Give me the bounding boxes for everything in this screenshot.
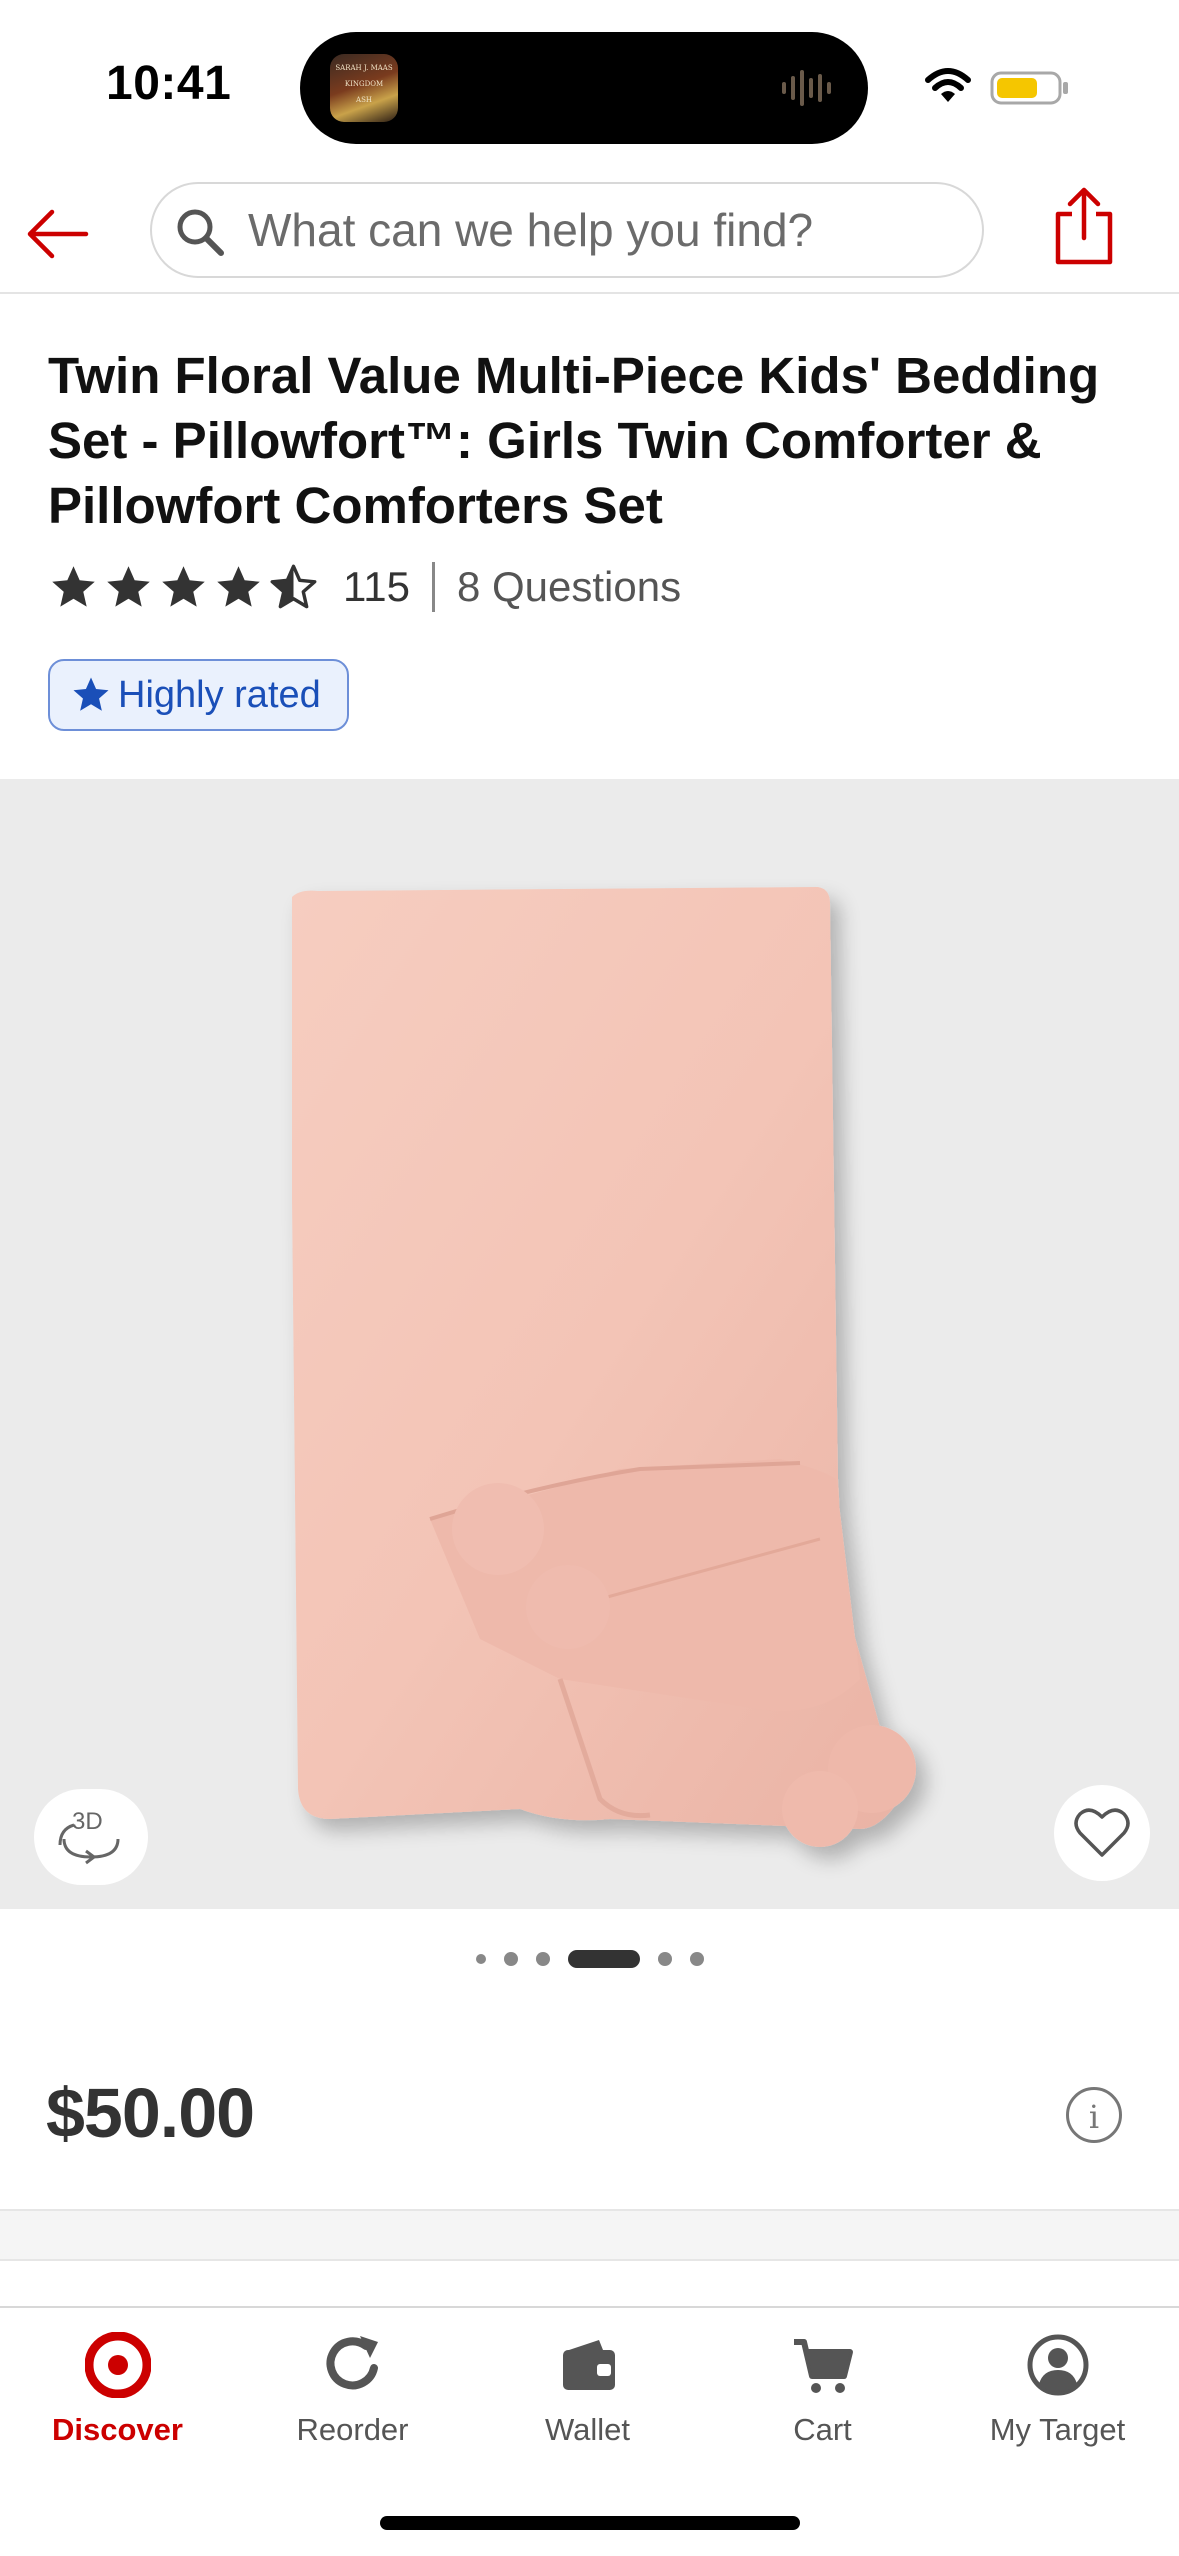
tab-label: Discover [52,2412,183,2447]
tab-wallet[interactable]: Wallet [470,2332,705,2482]
dynamic-island[interactable]: SARAH J. MAAS KINGDOM ASH [300,32,868,144]
rating-row[interactable]: 115 8 Questions [48,552,681,622]
profile-icon [1027,2334,1088,2396]
search-input[interactable] [248,184,968,276]
audio-waveform-icon [782,70,831,106]
badge-label: Highly rated [118,673,321,716]
product-image-blanket [292,887,916,1847]
carousel-dot[interactable] [535,1952,550,1966]
tab-reorder[interactable]: Reorder [235,2332,470,2482]
star-full-icon [52,565,95,607]
heart-icon [1074,1808,1130,1857]
divider [431,562,435,612]
price-info-button[interactable]: i [1066,2087,1122,2143]
status-bar: 10:41 SARAH J. MAAS KINGDOM ASH [0,0,1179,170]
star-rating[interactable] [48,562,319,613]
svg-text:3D: 3D [72,1808,103,1835]
3d-rotate-icon: 3D [58,1808,120,1865]
tab-my-target[interactable]: My Target [940,2332,1175,2482]
back-arrow-icon[interactable] [22,198,94,270]
star-half-icon [270,564,317,608]
search-header [0,170,1179,294]
carousel-dot[interactable] [689,1952,704,1966]
star-icon [73,677,109,711]
tab-discover[interactable]: Discover [0,2332,235,2482]
star-full-icon [217,565,260,607]
carousel-dot[interactable] [657,1952,672,1966]
tab-label: My Target [989,2412,1126,2447]
carousel-dot[interactable] [503,1952,518,1966]
carousel-dot[interactable] [475,1954,486,1964]
rating-count[interactable]: 115 [343,563,410,611]
star-full-icon [162,565,205,607]
tab-label: Cart [793,2412,852,2447]
product-title: Twin Floral Value Multi-Piece Kids' Bedd… [48,347,1100,534]
questions-link[interactable]: 8 Questions [457,563,681,611]
tab-cart[interactable]: Cart [705,2332,940,2482]
section-separator [0,2209,1179,2261]
product-image-carousel[interactable]: 3D [0,779,1179,1909]
carousel-pagination[interactable] [0,1950,1179,1968]
status-time: 10:41 [106,57,232,110]
now-playing-album-art[interactable]: SARAH J. MAAS KINGDOM ASH [330,54,398,122]
battery-icon [990,71,1068,105]
reorder-icon [326,2336,378,2390]
share-icon[interactable] [1050,184,1118,268]
search-icon [177,209,224,256]
product-price: $50.00 [46,2074,255,2152]
highly-rated-badge: Highly rated [48,659,349,731]
info-icon: i [1088,2098,1100,2136]
view-3d-button[interactable]: 3D [34,1789,148,1885]
wallet-icon [562,2340,615,2390]
cart-icon [793,2339,853,2393]
favorite-button[interactable] [1054,1785,1150,1881]
home-indicator[interactable] [380,2516,800,2530]
star-full-icon [107,565,150,607]
search-bar[interactable] [150,182,984,278]
carousel-dot-active[interactable] [567,1950,640,1968]
tab-label: Wallet [545,2412,630,2447]
target-bullseye-icon [84,2332,151,2398]
wifi-icon [925,68,971,102]
tab-label: Reorder [296,2412,409,2447]
